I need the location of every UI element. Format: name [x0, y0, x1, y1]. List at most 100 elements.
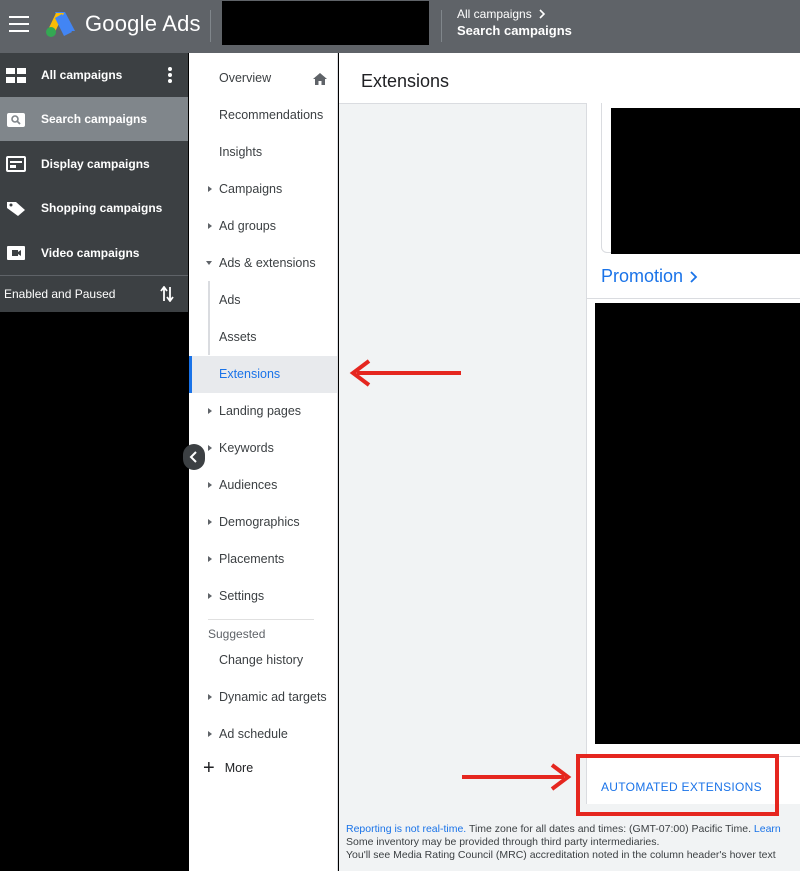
grid-icon — [6, 68, 26, 83]
menu-item-label: Dynamic ad targets — [219, 690, 327, 704]
status-filter-label: Enabled and Paused — [4, 287, 116, 301]
menu-item-label: Ad groups — [219, 219, 276, 233]
chevron-left-icon — [189, 451, 197, 463]
breadcrumb-current[interactable]: Search campaigns — [457, 23, 572, 38]
menu-item-label: Recommendations — [219, 108, 324, 122]
sort-icon[interactable] — [160, 286, 174, 302]
menu-item-label: Ads & extensions — [219, 256, 316, 270]
menu-item-label: Ads — [219, 293, 241, 307]
annotation-arrow-right-icon — [462, 763, 572, 791]
menu-item-label: Campaigns — [219, 182, 283, 196]
breadcrumb: All campaigns Search campaigns — [457, 7, 572, 38]
menu-item-settings[interactable]: Settings — [189, 578, 337, 615]
menu-item-label: Change history — [219, 653, 304, 667]
header-divider — [210, 10, 211, 42]
caret-down-icon — [206, 261, 212, 265]
chevron-right-icon — [690, 270, 698, 283]
caret-right-icon — [208, 223, 212, 229]
nav-item-label: Shopping campaigns — [41, 201, 163, 215]
menu-item-change-history[interactable]: Change history — [189, 642, 337, 679]
menu-item-recommendations[interactable]: Recommendations — [189, 97, 337, 134]
account-selector-redacted[interactable] — [222, 1, 429, 45]
promotion-title: Promotion — [601, 266, 684, 286]
suggested-heading: Suggested — [208, 627, 266, 641]
menu-item-extensions[interactable]: Extensions — [189, 356, 337, 393]
page-header: Extensions — [339, 53, 800, 104]
nav-item-all-campaigns[interactable]: All campaigns — [0, 53, 188, 97]
nav-item-label: Search campaigns — [41, 112, 148, 126]
caret-right-icon — [208, 556, 212, 562]
learn-more-link[interactable]: Learn — [751, 823, 781, 835]
status-filter[interactable]: Enabled and Paused — [0, 276, 188, 312]
nav-item-shopping-campaigns[interactable]: Shopping campaigns — [0, 186, 188, 230]
caret-right-icon — [208, 445, 212, 451]
breadcrumb-parent[interactable]: All campaigns — [457, 7, 532, 21]
search-icon — [7, 113, 25, 127]
footnote-text: Time zone for all dates and times: (GMT-… — [466, 823, 751, 835]
hamburger-menu-icon[interactable] — [9, 16, 29, 32]
promotion-link[interactable]: Promotion — [601, 266, 698, 287]
nav-item-video-campaigns[interactable]: Video campaigns — [0, 231, 188, 275]
menu-item-label: Keywords — [219, 441, 274, 455]
annotation-highlight-box — [576, 754, 779, 816]
menu-item-label: Landing pages — [219, 404, 302, 418]
more-vert-icon[interactable] — [168, 67, 172, 83]
google-ads-logo — [46, 12, 75, 37]
caret-right-icon — [208, 482, 212, 488]
page-menu: Overview Recommendations Insights Campai… — [189, 53, 338, 871]
menu-item-dynamic-ad-targets[interactable]: Dynamic ad targets — [189, 679, 337, 716]
caret-right-icon — [208, 593, 212, 599]
reporting-link[interactable]: Reporting is not real-time. — [346, 823, 466, 835]
home-icon — [313, 73, 327, 85]
header-divider — [441, 10, 442, 42]
menu-item-placements[interactable]: Placements — [189, 541, 337, 578]
menu-item-overview[interactable]: Overview — [189, 60, 337, 97]
caret-right-icon — [208, 694, 212, 700]
page-title: Extensions — [361, 71, 450, 91]
menu-item-landing-pages[interactable]: Landing pages — [189, 393, 337, 430]
more-menu-button[interactable]: + More — [203, 757, 254, 779]
caret-right-icon — [208, 731, 212, 737]
menu-item-keywords[interactable]: Keywords — [189, 430, 337, 467]
menu-item-label: Ad schedule — [219, 727, 288, 741]
redacted-content — [595, 303, 800, 744]
menu-item-demographics[interactable]: Demographics — [189, 504, 337, 541]
nav-item-display-campaigns[interactable]: Display campaigns — [0, 142, 188, 186]
caret-right-icon — [208, 186, 212, 192]
nav-item-label: Video campaigns — [41, 246, 140, 260]
chevron-right-icon — [539, 9, 545, 19]
video-icon — [7, 246, 25, 260]
display-icon — [6, 156, 26, 172]
top-bar: Google Ads All campaigns Search campaign… — [0, 0, 800, 53]
footnote: Reporting is not real-time. Time zone fo… — [346, 823, 781, 862]
brand-name: Google Ads — [85, 11, 201, 36]
divider — [208, 619, 314, 620]
caret-right-icon — [208, 519, 212, 525]
menu-item-ad-groups[interactable]: Ad groups — [189, 208, 337, 245]
menu-item-ads[interactable]: Ads — [189, 282, 337, 319]
menu-item-ad-schedule[interactable]: Ad schedule — [189, 716, 337, 753]
menu-item-label: Assets — [219, 330, 257, 344]
menu-item-insights[interactable]: Insights — [189, 134, 337, 171]
redacted-content — [611, 108, 800, 275]
menu-item-ads-extensions[interactable]: Ads & extensions — [189, 245, 337, 282]
menu-item-label: Audiences — [219, 478, 278, 492]
more-label: More — [224, 761, 254, 775]
nav-item-label: All campaigns — [41, 68, 123, 82]
collapse-sidebar-button[interactable] — [183, 444, 205, 470]
plus-icon: + — [203, 757, 215, 779]
menu-item-assets[interactable]: Assets — [189, 319, 337, 356]
menu-item-audiences[interactable]: Audiences — [189, 467, 337, 504]
menu-item-label: Settings — [219, 589, 265, 603]
menu-item-campaigns[interactable]: Campaigns — [189, 171, 337, 208]
nav-item-search-campaigns[interactable]: Search campaigns — [0, 97, 188, 141]
footnote-text: You'll see Media Rating Council (MRC) ac… — [346, 849, 776, 861]
main-content: Extensions Sh Promotion AUTOMATED EXTENS… — [339, 53, 800, 871]
promotion-card: Promotion AUTOMATED EXTENSIONS — [586, 254, 800, 804]
annotation-arrow-left-icon — [349, 359, 461, 387]
menu-item-label: Placements — [219, 552, 285, 566]
caret-right-icon — [208, 408, 212, 414]
nav-item-label: Display campaigns — [41, 157, 150, 171]
menu-item-label: Extensions — [219, 367, 281, 381]
tag-icon — [7, 202, 25, 216]
